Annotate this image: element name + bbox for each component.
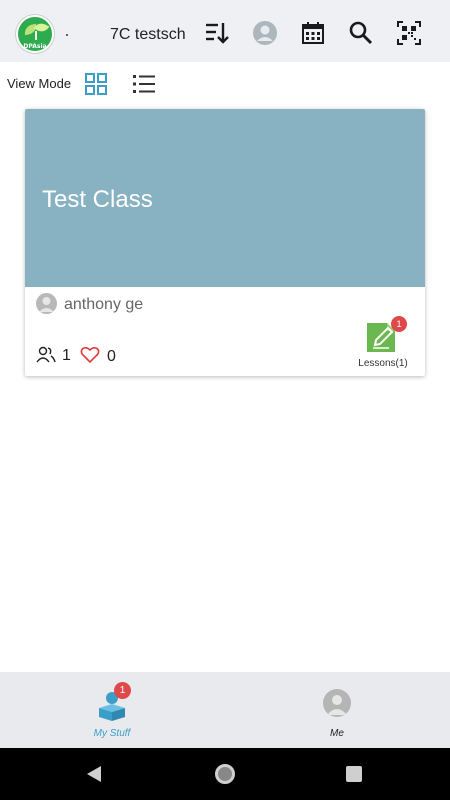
user-avatar-icon[interactable] [251,19,279,47]
separator-dot [66,34,68,36]
recent-apps-icon[interactable] [346,766,362,782]
calendar-icon[interactable] [299,19,327,47]
lessons-label: Lessons(1) [358,358,408,369]
logo-text: DPAsia [23,43,47,50]
heart-icon[interactable] [80,346,100,364]
my-stuff-badge: 1 [114,682,131,699]
app-logo[interactable]: DPAsia [16,15,54,53]
list-view-icon[interactable] [131,71,157,97]
nav-me[interactable]: Me [312,682,362,742]
class-title: Test Class [42,186,153,213]
top-app-bar: DPAsia 7C testschool [0,0,450,62]
members-icon [36,346,56,364]
grid-view-icon[interactable] [83,71,109,97]
lessons-badge: 1 [391,316,407,332]
home-icon[interactable] [215,764,235,784]
sort-descending-icon[interactable] [203,19,231,47]
lessons-button[interactable]: 1 Lessons(1) [353,316,413,374]
class-card[interactable]: Test Class anthony ge 1 0 1 Lessons(1) [25,109,425,376]
class-banner[interactable]: Test Class [25,109,425,287]
bottom-navigation: 1 My Stuff Me [0,672,450,748]
nav-my-stuff[interactable]: 1 My Stuff [87,682,137,742]
members-count: 1 [62,347,71,364]
me-avatar-icon [323,689,351,717]
back-icon[interactable] [85,765,103,783]
system-navigation-bar [0,748,450,800]
owner-avatar [36,293,57,314]
search-icon[interactable] [347,19,375,47]
view-mode-label: View Mode [7,76,72,91]
likes-count: 0 [107,348,116,365]
school-name[interactable]: 7C testschool [110,26,186,46]
owner-name: anthony ge [64,296,144,313]
qr-code-icon[interactable] [395,19,423,47]
my-stuff-label: My Stuff [93,728,131,739]
me-label: Me [330,728,344,739]
